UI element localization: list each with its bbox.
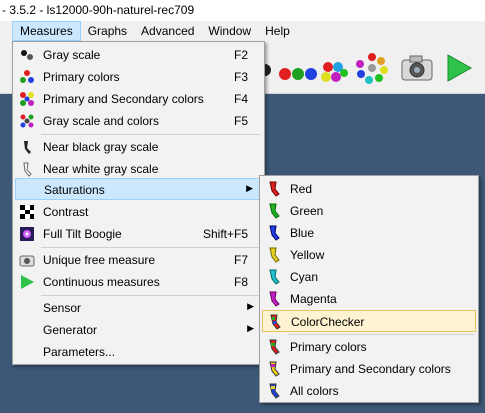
measures-menu: Gray scale F2 Primary colors F3 Primary … (12, 41, 265, 365)
menu-item-generator[interactable]: Generator ▶ (15, 319, 262, 341)
menu-item-sensor[interactable]: Sensor ▶ (15, 297, 262, 319)
near-white-icon (23, 162, 32, 177)
play-icon[interactable] (445, 53, 473, 83)
all-colors-probe-icon (269, 383, 280, 399)
blue-probe-icon (269, 225, 280, 241)
full-tilt-icon (20, 227, 34, 241)
play-small-icon (21, 275, 34, 289)
window-title: - 3.5.2 - ls12000-90h-naturel-rec709 (0, 0, 485, 21)
menu-item-contrast[interactable]: Contrast (15, 201, 262, 223)
submenu-item-yellow[interactable]: Yellow (262, 244, 476, 266)
submenu-item-cyan[interactable]: Cyan (262, 266, 476, 288)
contrast-icon (20, 205, 34, 219)
submenu-arrow-icon: ▶ (247, 301, 254, 311)
gray-scale-icon (21, 50, 33, 60)
menu-graphs[interactable]: Graphs (81, 21, 134, 41)
menu-item-full-tilt[interactable]: Full Tilt Boogie Shift+F5 (15, 223, 262, 245)
menu-separator (41, 134, 260, 135)
colorchecker-probe-icon (270, 314, 281, 330)
magenta-probe-icon (269, 291, 280, 307)
menu-item-saturations[interactable]: Saturations ▶ (15, 178, 262, 200)
menu-item-parameters[interactable]: Parameters... (15, 341, 262, 363)
menu-item-near-black[interactable]: Near black gray scale (15, 136, 262, 158)
menu-bar: Measures Graphs Advanced Window Help (0, 21, 485, 41)
cyan-probe-icon (269, 269, 280, 285)
primary-secondary-icon (20, 92, 34, 106)
rgb-balls-icon[interactable] (278, 59, 318, 83)
primary-probe-icon (269, 339, 280, 355)
submenu-item-red[interactable]: Red (262, 178, 476, 200)
menu-item-gray-scale[interactable]: Gray scale F2 (15, 44, 262, 66)
menu-separator (288, 334, 474, 335)
submenu-item-colorchecker[interactable]: ColorChecker (262, 310, 476, 332)
menu-item-unique-free[interactable]: Unique free measure F7 (15, 249, 262, 271)
menu-item-gray-scale-colors[interactable]: Gray scale and colors F5 (15, 110, 262, 132)
camera-small-icon (19, 255, 35, 267)
menu-item-continuous[interactable]: Continuous measures F8 (15, 271, 262, 293)
submenu-arrow-icon: ▶ (246, 183, 253, 193)
primary-secondary-probe-icon (269, 361, 280, 377)
near-black-icon (24, 141, 31, 154)
mixed-balls-icon[interactable] (318, 57, 348, 85)
menu-item-primary-secondary[interactable]: Primary and Secondary colors F4 (15, 88, 262, 110)
menu-window[interactable]: Window (201, 21, 258, 41)
menu-measures[interactable]: Measures (12, 21, 81, 41)
menu-advanced[interactable]: Advanced (134, 21, 201, 41)
primary-colors-icon (20, 70, 34, 83)
saturations-submenu: Red Green Blue Yellow Cyan Magenta Color… (259, 175, 479, 403)
submenu-item-primary-secondary[interactable]: Primary and Secondary colors (262, 358, 476, 380)
camera-icon[interactable] (400, 53, 434, 83)
menu-help[interactable]: Help (258, 21, 297, 41)
submenu-item-green[interactable]: Green (262, 200, 476, 222)
submenu-item-blue[interactable]: Blue (262, 222, 476, 244)
red-probe-icon (269, 181, 280, 197)
yellow-probe-icon (269, 247, 280, 263)
menu-item-primary-colors[interactable]: Primary colors F3 (15, 66, 262, 88)
submenu-item-primary-colors[interactable]: Primary colors (262, 336, 476, 358)
menu-separator (41, 295, 260, 296)
menu-separator (41, 247, 260, 248)
color-ring-icon[interactable] (355, 51, 389, 85)
gray-colors-icon (20, 114, 34, 128)
menu-item-near-white[interactable]: Near white gray scale (15, 158, 262, 180)
green-probe-icon (269, 203, 280, 219)
submenu-item-magenta[interactable]: Magenta (262, 288, 476, 310)
submenu-arrow-icon: ▶ (247, 323, 254, 333)
submenu-item-all-colors[interactable]: All colors (262, 380, 476, 402)
